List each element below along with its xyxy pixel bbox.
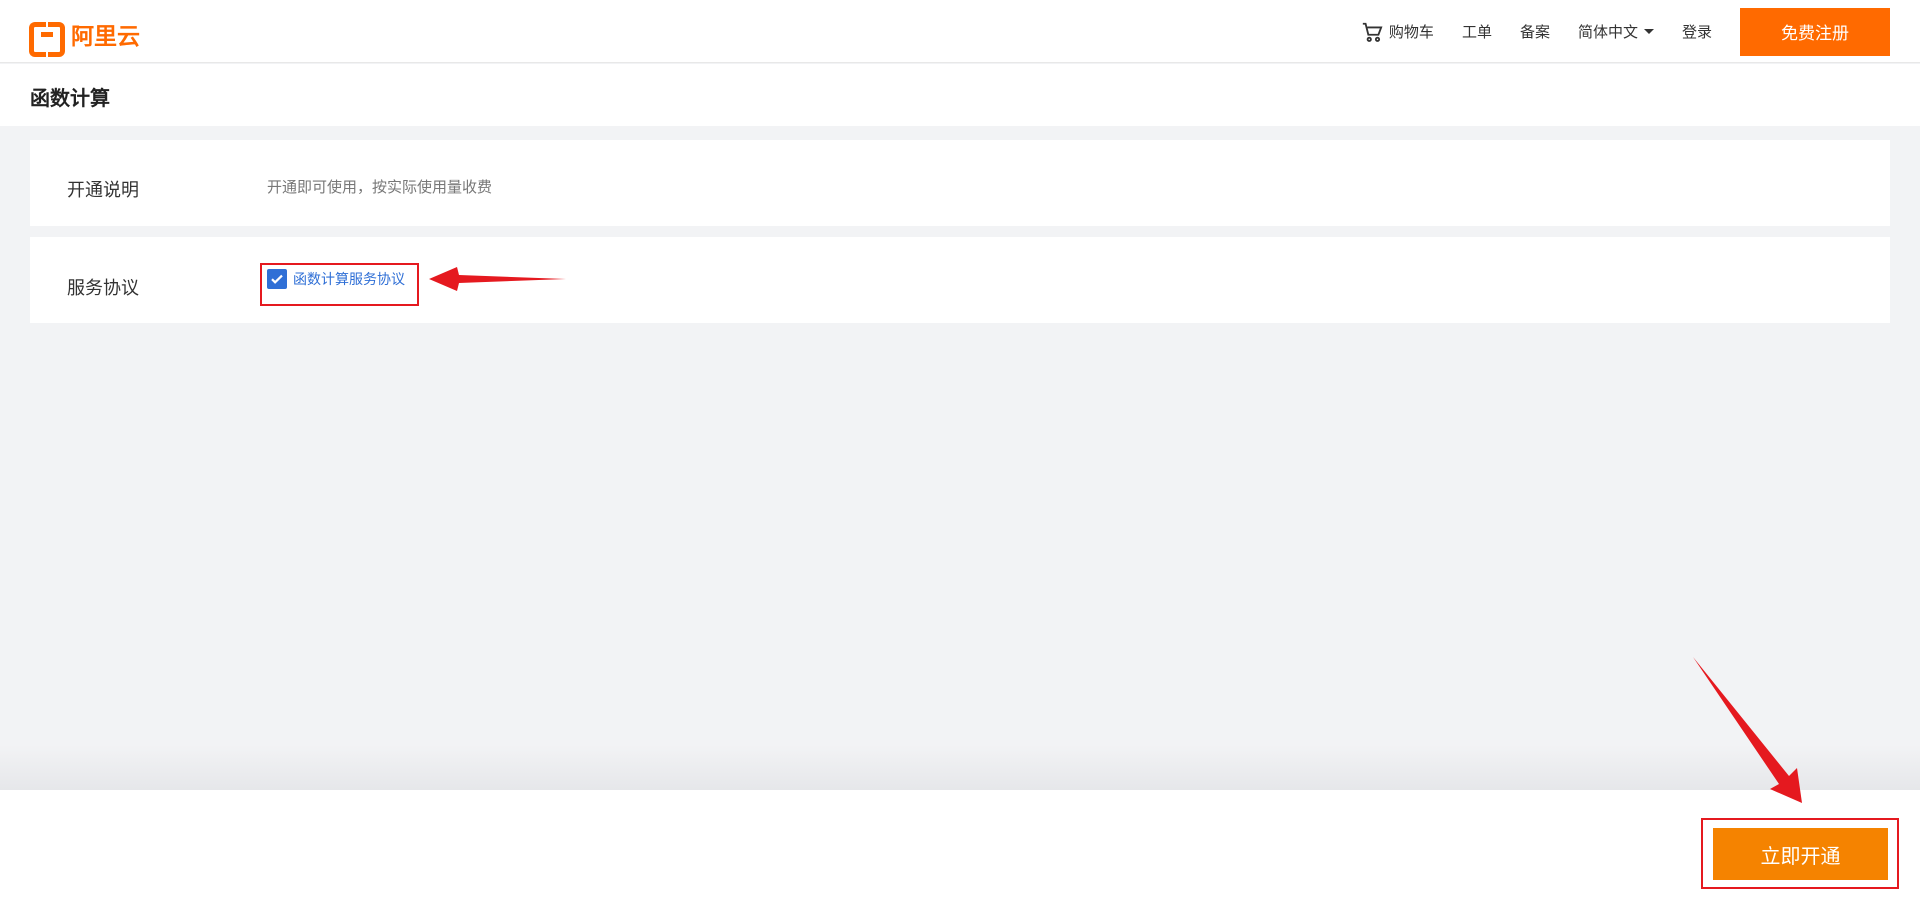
icp-filing-label: 备案	[1519, 23, 1550, 41]
red-arrow-left-icon	[429, 267, 566, 291]
description-label: 开通说明	[67, 180, 139, 201]
logo-text: 阿里云	[71, 24, 140, 50]
language-selector[interactable]: 简体中文	[1578, 21, 1654, 42]
activate-now-button[interactable]: 立即开通	[1713, 828, 1888, 880]
cart-label: 购物车	[1388, 23, 1434, 41]
open-button-highlight: 立即开通	[1701, 818, 1899, 889]
login-label: 登录	[1681, 23, 1712, 41]
header-nav: 购物车 工单 备案 简体中文 登录 免费注册	[1361, 0, 1920, 63]
ticket-link[interactable]: 工单	[1462, 21, 1492, 42]
page-title-bar: 函数计算	[0, 64, 1920, 126]
aliyun-logo-icon	[29, 21, 65, 57]
free-register-button[interactable]: 免费注册	[1740, 7, 1890, 56]
agreement-highlight-box	[260, 263, 419, 306]
bottom-shadow	[0, 745, 1920, 790]
page-title: 函数计算	[30, 86, 110, 110]
service-description-panel: 开通说明 开通即可使用，按实际使用量收费	[30, 140, 1890, 226]
agreement-label: 服务协议	[67, 278, 139, 299]
aliyun-logo[interactable]: 阿里云	[29, 17, 140, 57]
login-link[interactable]: 登录	[1682, 21, 1712, 42]
top-navigation-bar: 阿里云 购物车 工单 备案 简体中文 登录 免费注册	[0, 0, 1920, 63]
language-label: 简体中文	[1577, 23, 1638, 41]
icp-filing-link[interactable]: 备案	[1520, 21, 1550, 42]
red-arrow-diagonal-icon	[1693, 657, 1802, 803]
cart-link[interactable]: 购物车	[1361, 21, 1434, 43]
ticket-label: 工单	[1461, 23, 1492, 41]
description-text: 开通即可使用，按实际使用量收费	[267, 178, 493, 196]
chevron-down-icon	[1643, 29, 1654, 34]
cart-icon	[1362, 22, 1383, 42]
bottom-action-bar: 立即开通	[0, 790, 1920, 914]
